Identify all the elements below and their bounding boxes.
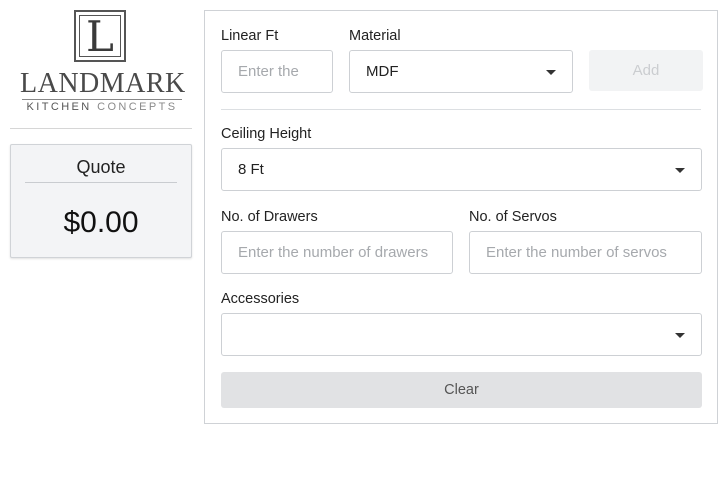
servos-input[interactable] xyxy=(470,232,701,273)
brand-logo: L LANDMARK KITCHEN CONCEPTS xyxy=(20,10,186,118)
material-selected-value: MDF xyxy=(366,63,399,80)
chevron-down-icon xyxy=(546,70,556,75)
sidebar-divider xyxy=(10,128,192,129)
form-divider xyxy=(221,109,701,110)
chevron-down-icon xyxy=(675,333,685,338)
servos-field[interactable] xyxy=(469,231,702,274)
quote-form-panel: Linear Ft Material MDF Add Ceiling Heigh… xyxy=(204,10,718,424)
material-select[interactable]: MDF xyxy=(349,50,573,93)
quote-divider xyxy=(25,182,177,183)
tagline-primary: KITCHEN xyxy=(26,101,92,113)
clear-button[interactable]: Clear xyxy=(221,372,702,408)
chevron-down-icon xyxy=(675,168,685,173)
drawers-label: No. of Drawers xyxy=(221,209,318,225)
drawers-input[interactable] xyxy=(222,232,452,273)
linear-ft-input[interactable] xyxy=(222,51,332,92)
linear-ft-label: Linear Ft xyxy=(221,28,279,44)
accessories-label: Accessories xyxy=(221,291,300,307)
quote-amount: $0.00 xyxy=(63,206,139,239)
material-label: Material xyxy=(349,28,401,44)
brand-tagline: KITCHEN CONCEPTS xyxy=(20,101,184,113)
linear-ft-field[interactable] xyxy=(221,50,333,93)
servos-label: No. of Servos xyxy=(469,209,557,225)
accessories-select[interactable] xyxy=(221,313,702,356)
add-button[interactable]: Add xyxy=(589,50,703,91)
ceiling-height-select[interactable]: 8 Ft xyxy=(221,148,702,191)
tagline-secondary: CONCEPTS xyxy=(97,101,178,113)
ceiling-height-label: Ceiling Height xyxy=(221,126,312,142)
quote-card: Quote $0.00 xyxy=(10,144,192,258)
ceiling-height-selected-value: 8 Ft xyxy=(238,161,264,178)
quote-title: Quote xyxy=(76,157,126,177)
logo-divider xyxy=(22,99,182,100)
logo-letter: L xyxy=(86,12,114,61)
brand-name: LANDMARK xyxy=(20,68,186,99)
drawers-field[interactable] xyxy=(221,231,453,274)
logo-mark: L xyxy=(74,10,126,62)
